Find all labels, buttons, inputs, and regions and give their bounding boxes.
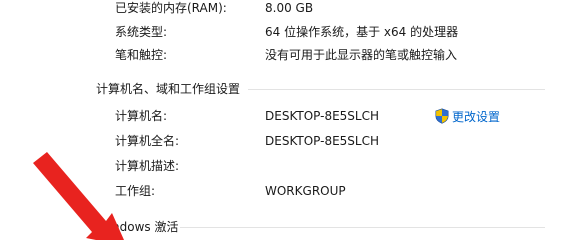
full-computer-name-label: 计算机全名: xyxy=(115,134,180,148)
computer-name-section-divider xyxy=(248,89,545,90)
change-settings-link[interactable]: 更改设置 xyxy=(434,106,500,126)
computer-description-row: 计算机描述: xyxy=(0,156,565,176)
system-type-value: 64 位操作系统，基于 x64 的处理器 xyxy=(265,25,459,39)
workgroup-value: WORKGROUP xyxy=(265,184,346,198)
system-type-label: 系统类型: xyxy=(115,25,168,39)
pen-touch-label: 笔和触控: xyxy=(115,48,168,62)
pen-touch-row: 笔和触控: 没有可用于此显示器的笔或触控输入 xyxy=(0,45,565,65)
computer-description-label: 计算机描述: xyxy=(115,159,180,173)
workgroup-label: 工作组: xyxy=(115,184,156,198)
computer-name-section-title: 计算机名、域和工作组设置 xyxy=(96,82,241,96)
uac-shield-icon xyxy=(435,108,449,124)
computer-name-label: 计算机名: xyxy=(115,109,168,123)
ram-value: 8.00 GB xyxy=(265,1,314,15)
computer-name-value: DESKTOP-8E5SLCH xyxy=(265,109,380,123)
change-settings-label: 更改设置 xyxy=(452,109,501,124)
full-computer-name-row: 计算机全名: DESKTOP-8E5SLCH xyxy=(0,131,565,151)
full-computer-name-value: DESKTOP-8E5SLCH xyxy=(265,134,380,148)
ram-label: 已安装的内存(RAM): xyxy=(115,1,227,15)
system-type-row: 系统类型: 64 位操作系统，基于 x64 的处理器 xyxy=(0,22,565,42)
windows-activation-section-divider xyxy=(180,227,545,228)
workgroup-row: 工作组: WORKGROUP xyxy=(0,181,565,201)
windows-activation-section-title: ndows 激活 xyxy=(112,220,179,234)
computer-name-row: 计算机名: DESKTOP-8E5SLCH 更改设置 xyxy=(0,106,565,126)
pen-touch-value: 没有可用于此显示器的笔或触控输入 xyxy=(265,48,458,62)
ram-row: 已安装的内存(RAM): 8.00 GB xyxy=(0,0,565,18)
